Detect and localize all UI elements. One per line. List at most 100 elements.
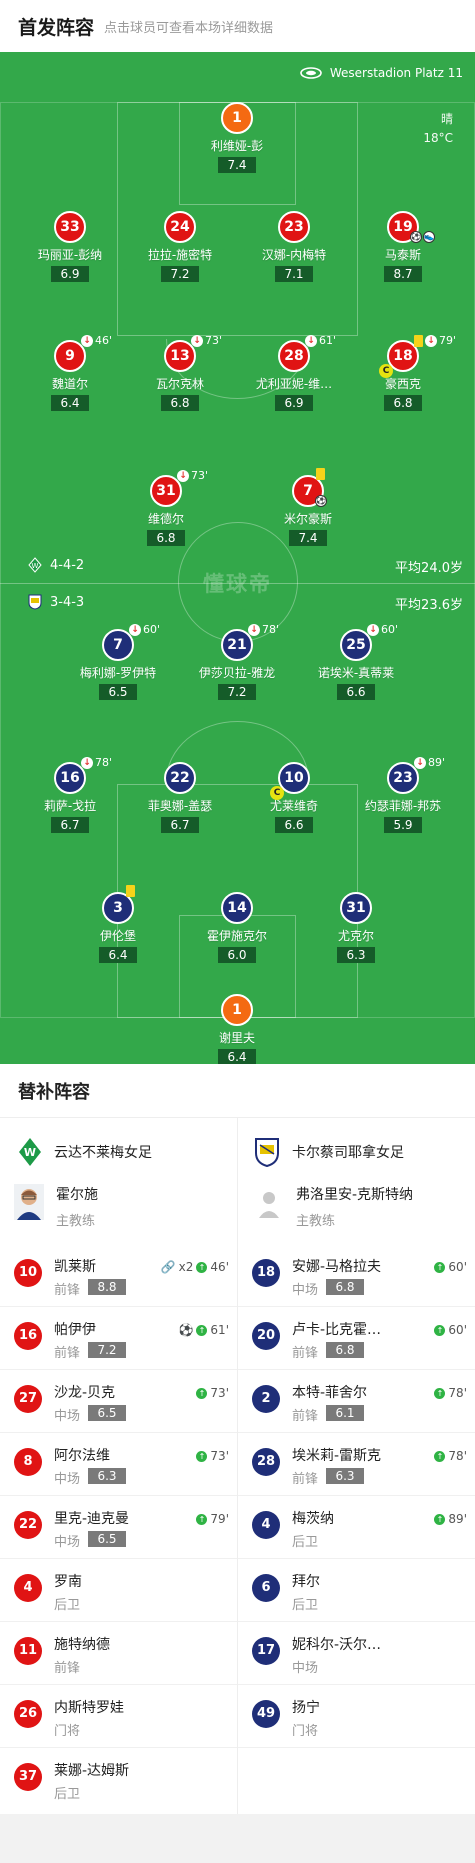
player-home-13[interactable]: 13 ↓ 73' 瓦尔克林 6.8 xyxy=(120,334,240,411)
sub-row-away-20[interactable]: 20 卢卡-比克霍… 前锋 6.8 ↑ 60' xyxy=(238,1307,475,1370)
sub-row-home-37[interactable]: 37 莱娜-达姆斯 后卫 xyxy=(0,1748,237,1811)
sub-row-away-17[interactable]: 17 妮科尔-沃尔… 中场 xyxy=(238,1622,475,1685)
page-title: 首发阵容 xyxy=(18,17,95,39)
shirt-number: 22 xyxy=(164,762,196,794)
assist-icon: 🔗 xyxy=(160,1260,176,1274)
player-away-23[interactable]: 23 ↓ 89' 约瑟菲娜-邦苏 5.9 xyxy=(343,756,463,833)
player-name: 伊伦堡 xyxy=(99,929,136,943)
player-away-16[interactable]: 16 ↓ 78' 莉萨-戈拉 6.7 xyxy=(10,756,130,833)
sub-row-home-16[interactable]: 16 帕伊伊 前锋 7.2 ⚽ ↑ 61' xyxy=(0,1307,237,1370)
player-rating: 6.7 xyxy=(161,817,199,833)
sub-row-home-26[interactable]: 26 内斯特罗娃 门将 xyxy=(0,1685,237,1748)
player-rating: 6.8 xyxy=(147,530,185,546)
sub-on-icon: ↑ xyxy=(196,1324,208,1336)
player-home-31[interactable]: 31 ↓ 73' 维德尔 6.8 xyxy=(106,469,226,546)
shirt-number: 10 xyxy=(14,1259,42,1287)
goal-icon: ⚽ xyxy=(315,495,327,507)
sub-on-icon: ↑ xyxy=(434,1261,446,1273)
watermark: 懂球帝 xyxy=(203,572,272,596)
sub-on-icon: ↑ xyxy=(196,1261,208,1273)
player-home-33[interactable]: 33 玛丽亚-彭纳 6.9 xyxy=(10,211,130,282)
home-formation: W 4-4-2 xyxy=(28,557,84,573)
player-rating: 6.8 xyxy=(161,395,199,411)
player-position: 后卫 xyxy=(54,1787,81,1802)
player-name: 里克-迪克曼 xyxy=(54,1511,130,1527)
sub-row-home-27[interactable]: 27 沙龙-贝克 中场 6.5 ↑ 73' xyxy=(0,1370,237,1433)
player-position: 后卫 xyxy=(292,1535,319,1550)
sub-on-icon: ↑ xyxy=(196,1513,208,1525)
sub-row-home-4[interactable]: 4 罗南 后卫 xyxy=(0,1559,237,1622)
player-home-9[interactable]: 9 ↓ 46' 魏道尔 6.4 xyxy=(10,334,130,411)
player-away-22[interactable]: 22 菲奥娜-盖瑟 6.7 xyxy=(120,762,240,833)
player-name: 利维娅-彭 xyxy=(210,139,264,153)
sub-row-away-49[interactable]: 49 扬宁 门将 xyxy=(238,1685,475,1748)
sub-off-icon: ↓ xyxy=(81,756,93,769)
away-team-header: 卡尔蔡司耶拿女足 xyxy=(254,1137,404,1167)
player-position: 中场 xyxy=(54,1535,81,1550)
sub-minute: 89' xyxy=(448,1512,467,1526)
player-name: 约瑟菲娜-邦苏 xyxy=(364,799,442,813)
shirt-number: 4 xyxy=(14,1574,42,1602)
sub-row-away-2[interactable]: 2 本特-菲舍尔 前锋 6.1 ↑ 78' xyxy=(238,1370,475,1433)
sub-row-home-22[interactable]: 22 里克-迪克曼 中场 6.5 ↑ 79' xyxy=(0,1496,237,1559)
player-home-1[interactable]: 1 利维娅-彭 7.4 xyxy=(177,102,297,173)
player-name: 本特-菲舍尔 xyxy=(292,1385,368,1401)
shirt-number: 26 xyxy=(14,1700,42,1728)
player-name: 尤克尔 xyxy=(337,929,374,943)
sub-row-away-4[interactable]: 4 梅茨纳 后卫 ↑ 89' xyxy=(238,1496,475,1559)
sub-row-home-8[interactable]: 8 阿尔法维 中场 6.3 ↑ 73' xyxy=(0,1433,237,1496)
player-name: 豪西克 xyxy=(384,377,421,391)
player-home-23[interactable]: 23 汉娜-内梅特 7.1 xyxy=(234,211,354,282)
player-rating: 6.1 xyxy=(326,1405,364,1421)
sub-off-icon: ↓ xyxy=(191,334,203,347)
stadium-icon xyxy=(300,67,322,79)
page-subtitle: 点击球员可查看本场详细数据 xyxy=(104,21,274,36)
player-position: 前锋 xyxy=(292,1472,319,1487)
shirt-number: 1 xyxy=(221,102,253,134)
sub-row-home-11[interactable]: 11 施特纳德 前锋 xyxy=(0,1622,237,1685)
player-away-25[interactable]: 25 ↓ 60' 诺埃米-真蒂莱 6.6 xyxy=(296,623,416,700)
sub-row-away-6[interactable]: 6 拜尔 后卫 xyxy=(238,1559,475,1622)
player-away-1[interactable]: 1 谢里夫 6.4 xyxy=(177,994,297,1064)
player-away-21[interactable]: 21 ↓ 78' 伊莎贝拉-雅龙 7.2 xyxy=(177,623,297,700)
werder-crest-icon: W xyxy=(28,557,42,573)
shirt-number: 22 xyxy=(14,1511,42,1539)
player-away-3[interactable]: 3 伊伦堡 6.4 xyxy=(58,885,178,963)
player-away-14[interactable]: 14 霍伊施克尔 6.0 xyxy=(177,892,297,963)
temperature: 18°C xyxy=(423,131,453,145)
away-coach[interactable]: 弗洛里安-克斯特纳 主教练 xyxy=(254,1184,413,1229)
svg-text:W: W xyxy=(32,562,39,570)
away-formation-text: 3-4-3 xyxy=(50,594,85,610)
player-home-28[interactable]: 28 ↓ 61' 尤利亚妮-维… 6.9 xyxy=(234,334,354,411)
player-rating: 6.5 xyxy=(88,1405,126,1421)
jena-crest-icon xyxy=(255,1138,279,1167)
home-coach[interactable]: 霍尔施 主教练 xyxy=(14,1184,98,1229)
player-name: 妮科尔-沃尔… xyxy=(292,1637,382,1653)
player-away-10[interactable]: 10 C 尤莱维奇 6.6 xyxy=(234,762,354,833)
sub-row-away-28[interactable]: 28 埃米莉-雷斯克 前锋 6.3 ↑ 78' xyxy=(238,1433,475,1496)
coach-avatar xyxy=(14,1184,44,1220)
player-away-7[interactable]: 7 ↓ 60' 梅利娜-罗伊特 6.5 xyxy=(58,623,178,700)
sub-on-icon: ↑ xyxy=(434,1450,446,1462)
player-rating: 6.3 xyxy=(326,1468,364,1484)
player-position: 中场 xyxy=(54,1472,81,1487)
player-name: 施特纳德 xyxy=(54,1637,110,1653)
player-rating: 7.1 xyxy=(275,266,313,282)
pitch: Weserstadion Platz 11 晴 18°C W 4-4-2 平均2… xyxy=(0,52,475,1064)
assist-count: x2 xyxy=(178,1260,194,1274)
sub-row-home-10[interactable]: 10 凯莱斯 前锋 8.8 🔗 x2 ↑ 46' xyxy=(0,1244,237,1307)
sub-row-away-18[interactable]: 18 安娜-马格拉夫 中场 6.8 ↑ 60' xyxy=(238,1244,475,1307)
sub-minute: 73' xyxy=(210,1449,229,1463)
shirt-number: 28 xyxy=(252,1448,280,1476)
player-home-24[interactable]: 24 拉拉-施密特 7.2 xyxy=(120,211,240,282)
player-home-19[interactable]: 19 ⚽ 👟 马泰斯 8.7 xyxy=(343,211,463,282)
player-name: 内斯特罗娃 xyxy=(54,1700,124,1716)
sub-on-icon: ↑ xyxy=(196,1387,208,1399)
player-rating: 7.2 xyxy=(218,684,256,700)
player-home-7[interactable]: 7 ⚽ 米尔豪斯 7.4 xyxy=(248,468,368,546)
player-name: 伊莎贝拉-雅龙 xyxy=(198,666,276,680)
player-name: 梅茨纳 xyxy=(292,1511,334,1527)
player-home-18[interactable]: 18 ↓ 79' C 豪西克 6.8 xyxy=(343,334,463,411)
player-name: 瓦尔克林 xyxy=(155,377,204,391)
player-away-31[interactable]: 31 尤克尔 6.3 xyxy=(296,892,416,963)
